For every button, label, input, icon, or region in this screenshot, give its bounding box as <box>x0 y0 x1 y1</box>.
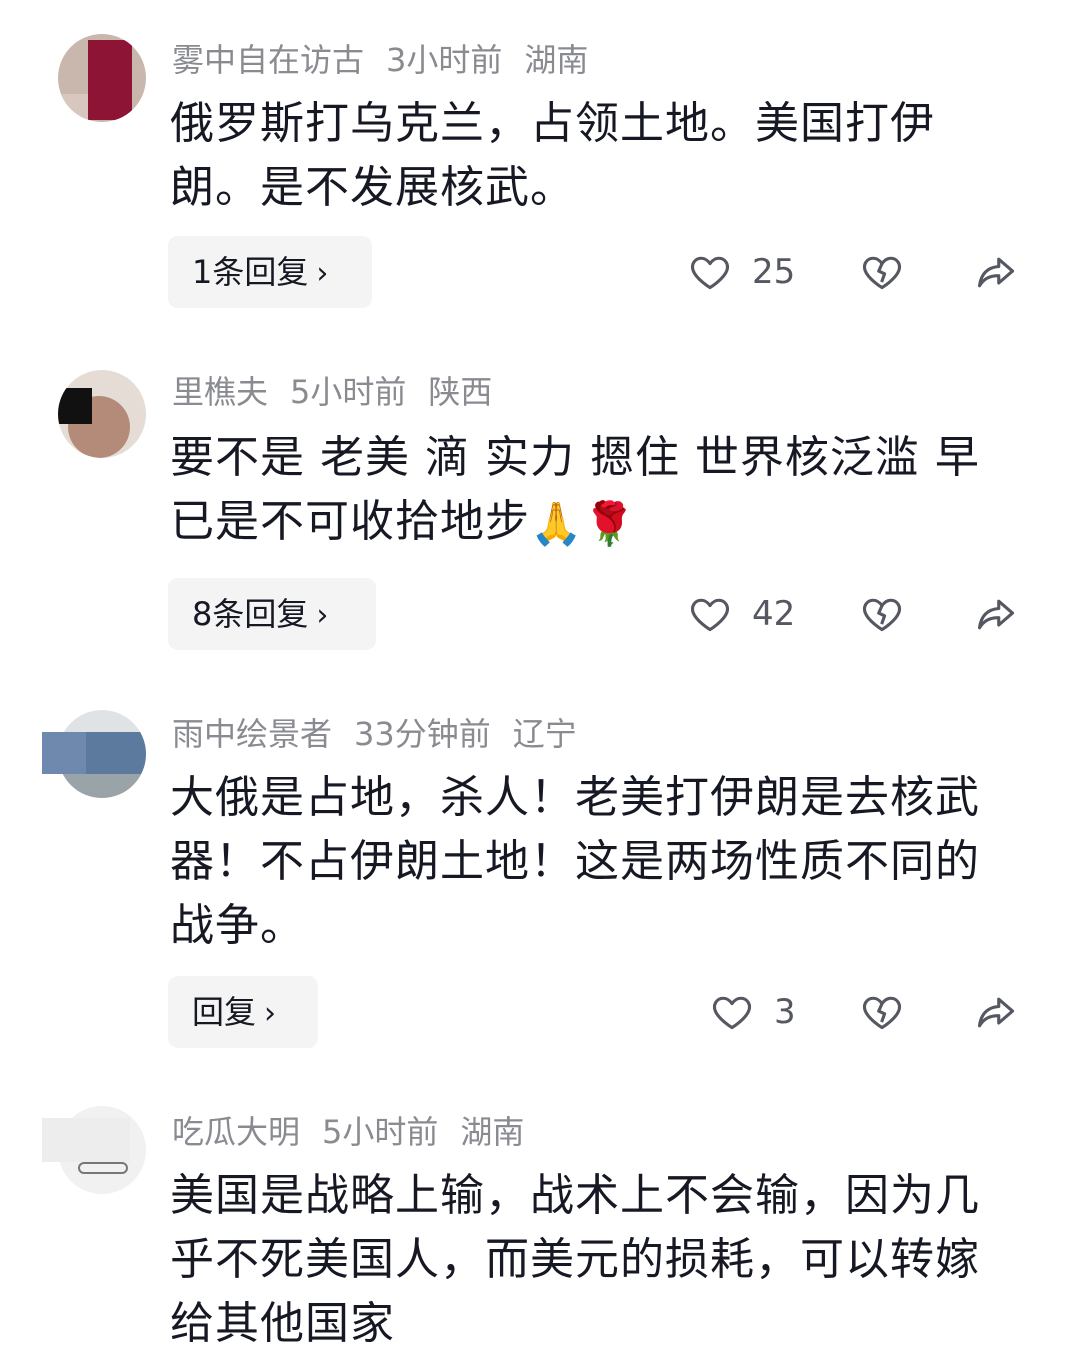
heart-outline-icon <box>691 598 729 632</box>
broken-heart-icon[interactable] <box>860 250 904 294</box>
comment-location: 陕西 <box>428 373 493 411</box>
emoji-group: 🙏🌹 <box>530 499 637 548</box>
comment-actions: 42 <box>0 578 1080 650</box>
like-button[interactable]: 42 <box>688 592 795 636</box>
comment-time: 5小时前 <box>322 1113 439 1151</box>
username[interactable]: 里樵夫 <box>172 373 268 411</box>
like-button[interactable]: 3 <box>710 990 796 1034</box>
comment-text: 要不是 老美 滴 实力 摁住 世界核泛滥 早已是不可收拾地步🙏🌹 <box>170 426 1020 554</box>
comment-time: 3小时前 <box>386 41 503 79</box>
comment-time: 5小时前 <box>290 373 407 411</box>
comment-text: 大俄是占地，杀人！老美打伊朗是去核武器！不占伊朗土地！这是两场性质不同的战争。 <box>170 772 980 951</box>
like-count: 3 <box>774 992 796 1032</box>
broken-heart-icon[interactable] <box>860 592 904 636</box>
heart-outline-icon <box>713 996 751 1030</box>
comment-actions: 25 <box>0 236 1080 308</box>
like-count: 25 <box>752 252 796 292</box>
heart-outline-icon <box>691 256 729 290</box>
comment-meta: 吃瓜大明 5小时前 湖南 <box>172 1110 546 1154</box>
username[interactable]: 雾中自在访古 <box>172 41 364 79</box>
broken-heart-icon[interactable] <box>860 990 904 1034</box>
avatar[interactable] <box>58 370 146 458</box>
comment-meta: 里樵夫 5小时前 陕西 <box>172 370 514 414</box>
share-arrow-icon[interactable] <box>973 250 1019 294</box>
avatar-redaction <box>42 1118 130 1162</box>
like-button[interactable]: 25 <box>688 250 795 294</box>
avatar-redaction <box>42 732 86 774</box>
comment-location: 湖南 <box>460 1113 525 1151</box>
share-arrow-icon[interactable] <box>973 592 1019 636</box>
comment-text: 俄罗斯打乌克兰，占领土地。美国打伊朗。是不发展核武。 <box>170 98 935 213</box>
share-arrow-icon[interactable] <box>973 990 1019 1034</box>
comment-location: 湖南 <box>524 41 589 79</box>
comment-text: 美国是战略上输，战术上不会输，因为几乎不死美国人，而美元的损耗，可以转嫁给其他国… <box>170 1170 980 1349</box>
comment-location: 辽宁 <box>512 715 577 753</box>
like-count: 42 <box>752 594 796 634</box>
username[interactable]: 吃瓜大明 <box>172 1113 300 1151</box>
comment-meta: 雾中自在访古 3小时前 湖南 <box>172 38 610 82</box>
comment-meta: 雨中绘景者 33分钟前 辽宁 <box>172 712 599 756</box>
comment-actions: 3 <box>0 976 1080 1048</box>
username[interactable]: 雨中绘景者 <box>172 715 332 753</box>
comment-time: 33分钟前 <box>354 715 491 753</box>
avatar[interactable] <box>58 34 146 122</box>
